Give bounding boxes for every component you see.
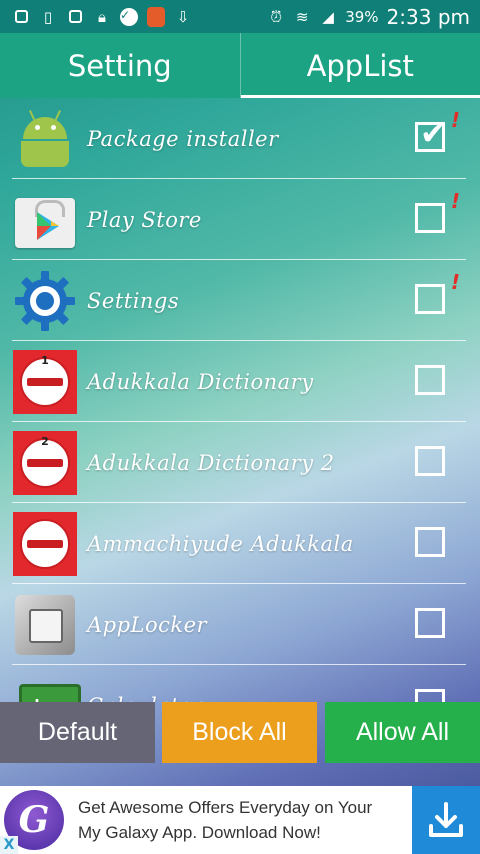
adukkala-dictionary-2-icon: 2 bbox=[13, 430, 77, 495]
list-item[interactable]: 2 Adukkala Dictionary 2 bbox=[0, 422, 480, 503]
alarm-icon: ⏰︎ bbox=[270, 7, 283, 26]
wifi-hotspot-icon bbox=[147, 6, 165, 27]
list-item[interactable]: Play Store ! bbox=[0, 179, 480, 260]
app-list[interactable]: Package installer ✔ ! Play Store ! Setti… bbox=[0, 98, 480, 702]
list-item[interactable]: Ammachiyude Adukkala bbox=[0, 503, 480, 584]
action-bar: Default Block All Allow All bbox=[0, 702, 480, 766]
icon-badge-number: 2 bbox=[41, 434, 49, 448]
battery-percent: 39% bbox=[345, 7, 379, 26]
warning-mark-icon: ! bbox=[450, 108, 460, 132]
settings-gear-icon bbox=[13, 269, 77, 333]
ad-text: Get Awesome Offers Everyday on Your My G… bbox=[78, 798, 373, 842]
app-checkbox[interactable]: ✔ bbox=[415, 116, 446, 152]
app-name: AppLocker bbox=[87, 612, 208, 637]
app-name: Settings bbox=[87, 288, 180, 313]
adukkala-dictionary-icon: 1 bbox=[13, 349, 77, 414]
download-icon: ⇩ bbox=[176, 7, 190, 26]
warning-mark-icon: ! bbox=[450, 270, 460, 294]
clock-time: 2:33 pm bbox=[386, 4, 470, 29]
default-button[interactable]: Default bbox=[0, 702, 155, 763]
app-name: Play Store bbox=[87, 207, 202, 232]
app-checkbox[interactable] bbox=[415, 284, 445, 314]
checkmark-icon: ✔ bbox=[420, 116, 446, 152]
signal-icon: ◢ bbox=[322, 7, 334, 26]
list-item[interactable]: Settings ! bbox=[0, 260, 480, 341]
warning-mark-icon: ! bbox=[450, 189, 460, 213]
tab-setting[interactable]: Setting bbox=[0, 33, 240, 98]
app-name: Package installer bbox=[87, 126, 279, 151]
app-checkbox[interactable] bbox=[415, 608, 445, 638]
tab-bar: Setting AppList bbox=[0, 33, 480, 98]
download-arrow-icon bbox=[429, 802, 463, 837]
gallery-icon bbox=[66, 8, 84, 26]
list-item[interactable]: + − Calculator bbox=[0, 665, 480, 702]
app-name: Ammachiyude Adukkala bbox=[87, 531, 354, 556]
app-checkbox[interactable] bbox=[415, 365, 445, 395]
icon-badge-number: 1 bbox=[41, 353, 49, 367]
flipboard-icon: ▯ bbox=[43, 7, 53, 26]
download-button[interactable] bbox=[412, 786, 480, 854]
list-item[interactable]: Package installer ✔ ! bbox=[0, 98, 480, 179]
app-checkbox[interactable] bbox=[415, 527, 445, 557]
allow-all-button[interactable]: Allow All bbox=[325, 702, 480, 763]
calculator-icon: + − bbox=[13, 674, 81, 702]
check-circle-icon: ✓ bbox=[120, 7, 138, 26]
app-name: Calculator bbox=[87, 694, 203, 703]
list-item[interactable]: 1 Adukkala Dictionary bbox=[0, 341, 480, 422]
app-name: Adukkala Dictionary bbox=[87, 369, 314, 394]
android-icon bbox=[13, 107, 77, 171]
app-checkbox[interactable] bbox=[415, 203, 445, 233]
play-store-icon bbox=[13, 188, 77, 252]
app-checkbox[interactable] bbox=[415, 446, 445, 476]
app-checkbox[interactable] bbox=[415, 689, 445, 702]
ammachiyude-adukkala-icon bbox=[13, 511, 77, 576]
tab-applist[interactable]: AppList bbox=[239, 33, 480, 98]
ad-close-icon[interactable]: X bbox=[0, 836, 18, 854]
app-name: Adukkala Dictionary 2 bbox=[87, 450, 335, 475]
applocker-icon bbox=[13, 593, 77, 657]
list-item[interactable]: AppLocker bbox=[0, 584, 480, 665]
status-bar: ▯ 🔒︎ ✓ ⇩ ⏰︎ ≋ ◢ 39% 2:33 pm bbox=[0, 0, 480, 33]
block-all-button[interactable]: Block All bbox=[162, 702, 317, 763]
facebook-icon bbox=[12, 8, 30, 26]
ad-banner[interactable]: G Get Awesome Offers Everyday on Your My… bbox=[0, 786, 480, 854]
lock-icon: 🔒︎ bbox=[98, 7, 106, 26]
wifi-icon: ≋ bbox=[295, 7, 309, 26]
